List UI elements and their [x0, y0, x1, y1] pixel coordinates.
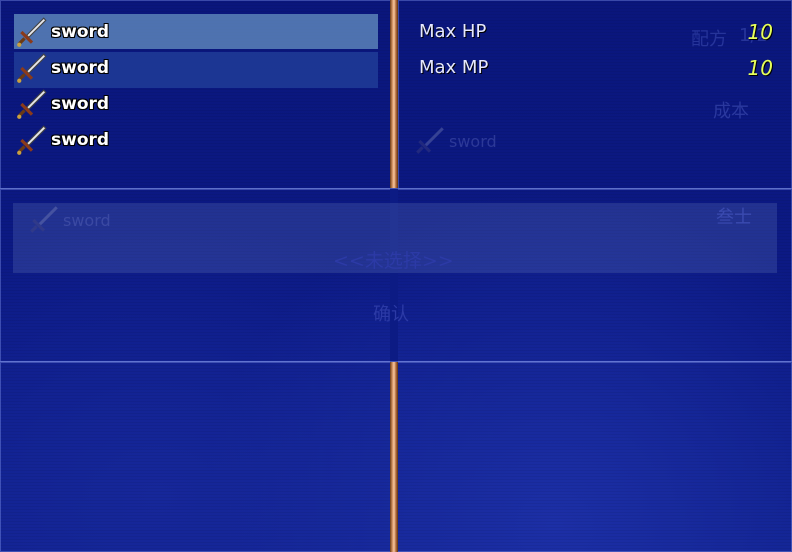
max-mp-label: Max MP [419, 57, 489, 78]
max-hp-value: 10 [747, 20, 773, 44]
overlay-item-label: sword [63, 210, 111, 230]
sword-icon [17, 125, 47, 155]
list-item-label: sword [51, 130, 110, 150]
sword-icon [17, 89, 47, 119]
bottom-divider-line [0, 361, 792, 362]
cost-label: 成本 [713, 101, 749, 122]
list-item-label: sword [51, 22, 110, 42]
sword-icon [17, 17, 47, 47]
list-item-label: sword [51, 58, 110, 78]
overlay-item: sword [27, 205, 111, 235]
stats-window: Max HP Max MP 配方 1/2 10 10 成本 sword [398, 0, 792, 189]
list-item[interactable]: sword [15, 53, 109, 83]
list-item[interactable]: sword [15, 125, 109, 155]
confirm-button[interactable]: 确认 [373, 300, 409, 326]
selection-status: <<未选择>> [333, 250, 454, 272]
top-divider-line [0, 188, 792, 189]
list-item-label: sword [51, 94, 110, 114]
ingredient-item: sword [413, 126, 497, 156]
ingredient-label: sword [449, 131, 497, 151]
list-item[interactable]: sword [15, 17, 109, 47]
item-list-window: sword sword sword sword [0, 0, 391, 189]
center-divider [390, 0, 398, 552]
max-mp-value: 10 [747, 56, 773, 80]
sword-icon [416, 127, 444, 154]
max-hp-label: Max HP [419, 21, 487, 42]
sword-icon [17, 53, 47, 83]
sword-icon [30, 206, 58, 233]
overlay-right-hint: 叁士 [716, 207, 752, 228]
list-item[interactable]: sword [15, 89, 109, 119]
selection-overlay[interactable]: sword 叁士 <<未选择>> [13, 203, 777, 273]
